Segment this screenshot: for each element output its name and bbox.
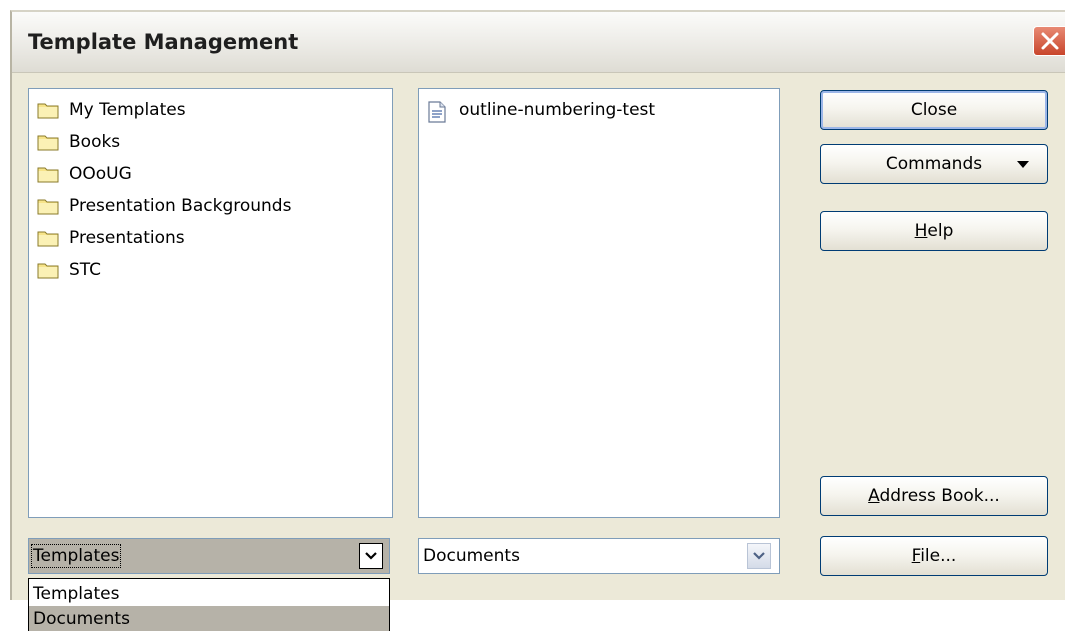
dropdown-option[interactable]: Templates [29, 581, 389, 606]
folder-icon [37, 101, 59, 119]
list-item-label: STC [69, 260, 102, 280]
list-item-label: My Templates [69, 100, 186, 120]
list-item-label: Presentations [69, 228, 185, 248]
list-item[interactable]: STC [37, 257, 101, 283]
left-view-dropdown-list[interactable]: Templates Documents [28, 578, 390, 631]
list-item-label: OOoUG [69, 164, 132, 184]
commands-button[interactable]: Commands [820, 144, 1048, 184]
dropdown-option-label: Templates [33, 583, 120, 604]
help-button-label: Help [914, 221, 954, 241]
file-button-label: File... [911, 546, 957, 566]
folder-icon [37, 261, 59, 279]
dialog-title: Template Management [28, 30, 299, 54]
list-item[interactable]: My Templates [37, 97, 186, 123]
folder-icon [37, 229, 59, 247]
list-item[interactable]: OOoUG [37, 161, 132, 187]
chevron-down-icon [1017, 161, 1029, 168]
commands-button-label: Commands [885, 154, 983, 174]
right-view-select[interactable]: Documents [418, 538, 780, 574]
close-button-label: Close [910, 100, 958, 120]
left-view-select-value: Templates [30, 544, 122, 568]
list-item[interactable]: outline-numbering-test [427, 97, 655, 123]
close-button[interactable]: Close [820, 90, 1048, 130]
left-view-select[interactable]: Templates [28, 538, 390, 574]
right-view-select-value: Documents [423, 546, 520, 566]
dropdown-option-label: Documents [33, 608, 130, 629]
folder-icon [37, 133, 59, 151]
file-button[interactable]: File... [820, 536, 1048, 576]
chevron-down-icon[interactable] [359, 543, 383, 569]
list-item-label: outline-numbering-test [459, 100, 656, 120]
folder-icon [37, 197, 59, 215]
list-item[interactable]: Presentations [37, 225, 185, 251]
chevron-down-icon[interactable] [747, 543, 771, 569]
list-item[interactable]: Books [37, 129, 120, 155]
folder-icon [37, 165, 59, 183]
list-item[interactable]: Presentation Backgrounds [37, 193, 291, 219]
address-book-button[interactable]: Address Book... [820, 476, 1048, 516]
list-item-label: Books [69, 132, 121, 152]
document-icon [427, 101, 449, 123]
templates-list[interactable]: outline-numbering-test [418, 88, 780, 518]
categories-list[interactable]: My Templates Books OOoUG Presentation Ba… [28, 88, 393, 518]
address-book-button-label: Address Book... [868, 486, 1000, 506]
dropdown-option-selected[interactable]: Documents [29, 606, 389, 631]
help-button[interactable]: Help [820, 211, 1048, 251]
list-item-label: Presentation Backgrounds [69, 196, 292, 216]
close-window-icon[interactable] [1033, 26, 1065, 56]
title-bar[interactable]: Template Management [12, 12, 1065, 73]
